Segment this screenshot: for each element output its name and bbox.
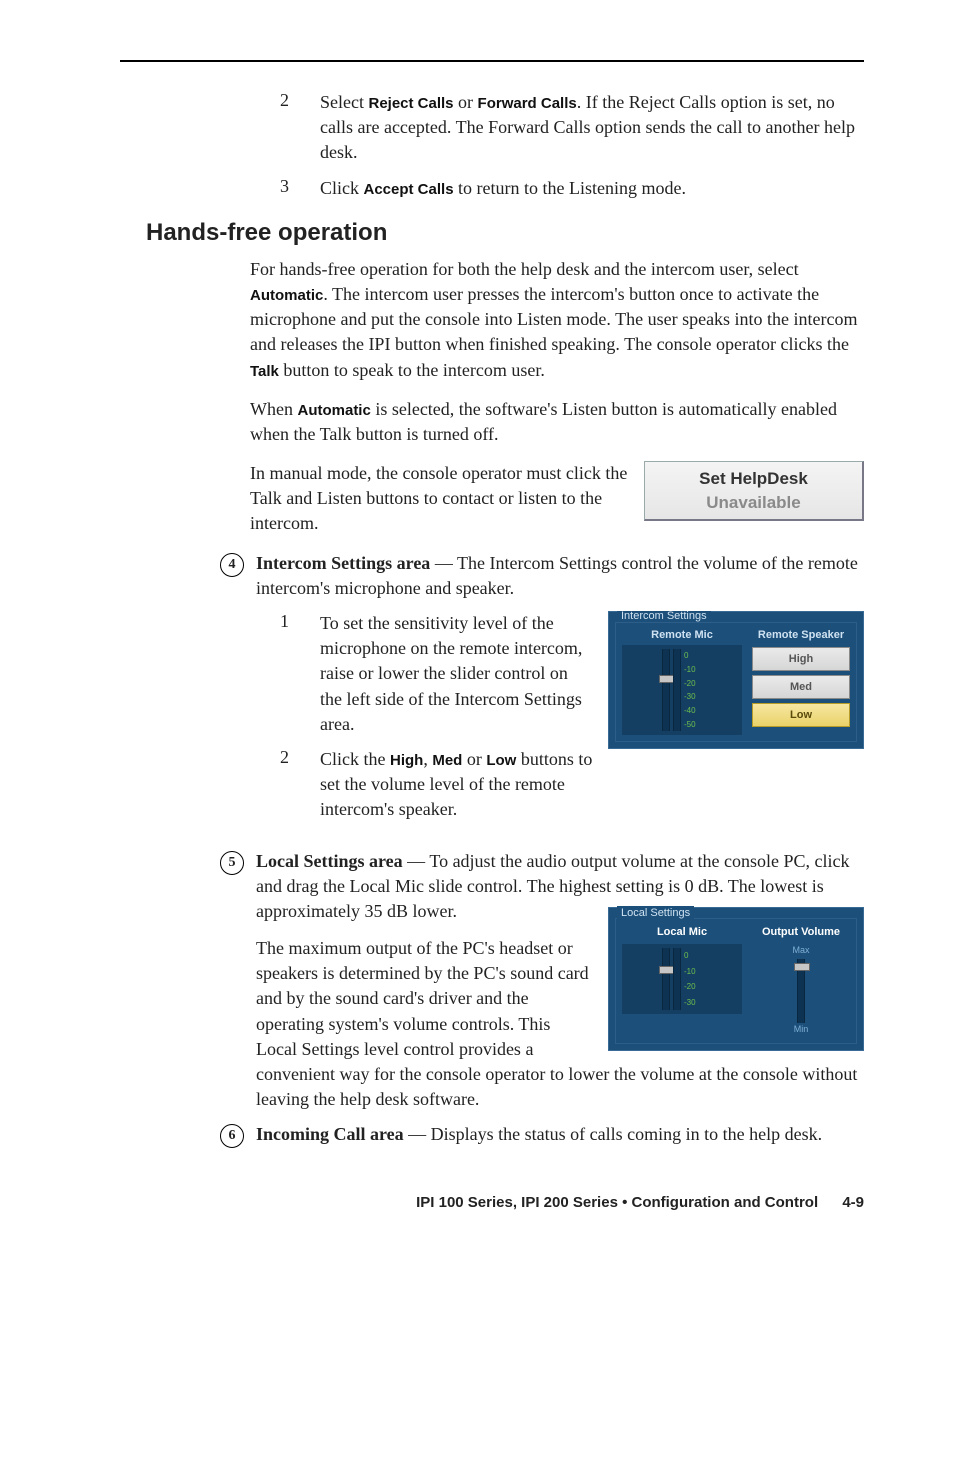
section-heading: Hands-free operation bbox=[146, 219, 864, 247]
callout-4: 4 Intercom Settings area — The Intercom … bbox=[220, 551, 864, 601]
output-volume-label: Output Volume bbox=[762, 925, 840, 940]
set-helpdesk-unavailable-button[interactable]: Set HelpDesk Unavailable bbox=[644, 461, 864, 521]
callout-4-steps: Intercom Settings Remote Mic 0 -10 -20 -… bbox=[280, 611, 864, 833]
callout-6: 6 Incoming Call area — Displays the stat… bbox=[220, 1122, 864, 1148]
manual-mode-block: Set HelpDesk Unavailable In manual mode,… bbox=[250, 461, 864, 537]
page-footer: IPI 100 Series, IPI 200 Series • Configu… bbox=[120, 1194, 864, 1211]
reject-calls-label: Reject Calls bbox=[368, 95, 453, 112]
remote-mic-label: Remote Mic bbox=[622, 629, 742, 641]
callout-number-5: 5 bbox=[220, 851, 244, 875]
incoming-call-lead: Incoming Call area bbox=[256, 1124, 404, 1144]
handsfree-para-1: For hands-free operation for both the he… bbox=[250, 257, 864, 383]
remote-speaker-label: Remote Speaker bbox=[752, 629, 850, 641]
step-number: 3 bbox=[280, 176, 320, 201]
forward-calls-label: Forward Calls bbox=[478, 95, 577, 112]
talk-label: Talk bbox=[250, 363, 279, 380]
sub-step-2: 2 Click the High, Med or Low buttons to … bbox=[280, 747, 594, 823]
top-steps: 2 Select Reject Calls or Forward Calls. … bbox=[280, 90, 864, 201]
low-button[interactable]: Low bbox=[752, 703, 850, 727]
step-2: 2 Select Reject Calls or Forward Calls. … bbox=[280, 90, 864, 166]
callout-5: 5 Local Settings area — To adjust the au… bbox=[220, 849, 864, 1113]
manual-mode-text: In manual mode, the console operator mus… bbox=[250, 463, 627, 533]
med-button[interactable]: Med bbox=[752, 675, 850, 699]
automatic-label: Automatic bbox=[250, 287, 323, 304]
output-volume-slider[interactable] bbox=[791, 959, 811, 1023]
step-text: Click Accept Calls to return to the List… bbox=[320, 176, 686, 201]
accept-calls-label: Accept Calls bbox=[364, 181, 454, 198]
top-rule bbox=[120, 60, 864, 62]
local-settings-panel: Local Settings Local Mic 0 -10 -20 -30 bbox=[608, 907, 864, 1052]
local-mic-slider[interactable]: 0 -10 -20 -30 bbox=[622, 944, 742, 1014]
step-3: 3 Click Accept Calls to return to the Li… bbox=[280, 176, 686, 201]
high-button[interactable]: High bbox=[752, 647, 850, 671]
callout-number-4: 4 bbox=[220, 553, 244, 577]
handsfree-para-2: When Automatic is selected, the software… bbox=[250, 397, 864, 447]
sub-step-1: 1 To set the sensitivity level of the mi… bbox=[280, 611, 594, 737]
remote-mic-slider[interactable]: 0 -10 -20 -30 -40 -50 bbox=[622, 645, 742, 735]
step-number: 2 bbox=[280, 90, 320, 166]
intercom-settings-lead: Intercom Settings area bbox=[256, 553, 430, 573]
local-mic-label: Local Mic bbox=[622, 925, 742, 940]
local-settings-lead: Local Settings area bbox=[256, 851, 403, 871]
intercom-settings-panel: Intercom Settings Remote Mic 0 -10 -20 -… bbox=[608, 611, 864, 749]
step-text: Select Reject Calls or Forward Calls. If… bbox=[320, 90, 864, 166]
callout-number-6: 6 bbox=[220, 1124, 244, 1148]
automatic-label-2: Automatic bbox=[297, 402, 370, 419]
